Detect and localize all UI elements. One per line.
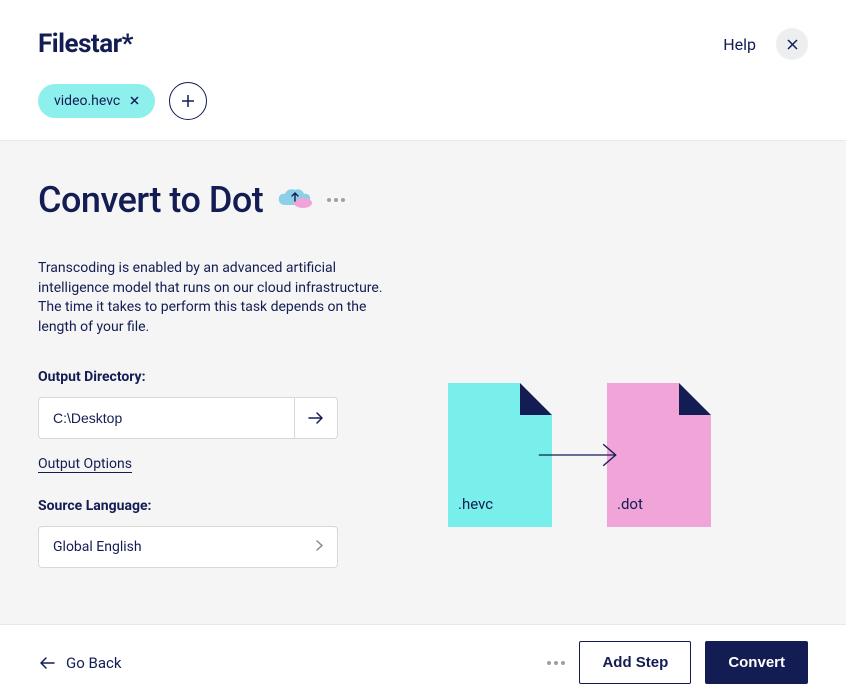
output-directory-input[interactable] bbox=[38, 397, 294, 439]
conversion-diagram: .hevc .dot bbox=[448, 179, 711, 630]
app-logo: Filestar* bbox=[38, 29, 133, 59]
output-directory-label: Output Directory: bbox=[38, 369, 418, 385]
arrow-left-icon bbox=[38, 656, 56, 670]
source-language-select[interactable]: Global English bbox=[38, 526, 338, 568]
plus-icon bbox=[181, 94, 195, 108]
main-content: Convert to Dot Transcoding is enabled by… bbox=[0, 141, 846, 660]
footer-right: Add Step Convert bbox=[547, 641, 808, 684]
footer-more-icon[interactable] bbox=[547, 661, 565, 665]
close-icon bbox=[787, 39, 798, 50]
source-file-ext: .hevc bbox=[458, 495, 493, 513]
target-file-ext: .dot bbox=[617, 495, 643, 513]
output-directory-browse-button[interactable] bbox=[294, 397, 338, 439]
file-fold-icon bbox=[679, 383, 711, 415]
add-step-button[interactable]: Add Step bbox=[579, 641, 691, 684]
arrow-right-icon bbox=[537, 440, 622, 470]
source-language-label: Source Language: bbox=[38, 498, 418, 514]
file-chip-label: video.hevc bbox=[54, 93, 120, 109]
file-chip[interactable]: video.hevc bbox=[38, 84, 155, 118]
page-title-row: Convert to Dot bbox=[38, 179, 418, 221]
add-file-button[interactable] bbox=[169, 82, 207, 120]
file-fold-icon bbox=[520, 383, 552, 415]
cloud-upload-icon bbox=[277, 187, 313, 213]
go-back-button[interactable]: Go Back bbox=[38, 654, 121, 672]
convert-button[interactable]: Convert bbox=[705, 641, 808, 684]
file-chip-row: video.hevc bbox=[38, 82, 808, 120]
source-language-value: Global English bbox=[53, 539, 142, 555]
description-text: Transcoding is enabled by an advanced ar… bbox=[38, 259, 408, 337]
output-options-link[interactable]: Output Options bbox=[38, 456, 132, 472]
header-right: Help bbox=[723, 28, 808, 60]
help-link[interactable]: Help bbox=[723, 35, 756, 54]
footer: Go Back Add Step Convert bbox=[0, 624, 846, 700]
go-back-label: Go Back bbox=[66, 654, 121, 672]
more-options-icon[interactable] bbox=[327, 198, 345, 202]
chevron-right-icon bbox=[316, 540, 323, 555]
arrow-right-icon bbox=[307, 411, 325, 425]
left-column: Convert to Dot Transcoding is enabled by… bbox=[38, 179, 418, 630]
file-chip-remove[interactable] bbox=[130, 94, 139, 109]
close-icon bbox=[130, 96, 139, 105]
page-title: Convert to Dot bbox=[38, 179, 263, 221]
conversion-arrow bbox=[537, 440, 622, 470]
output-directory-group bbox=[38, 397, 338, 439]
header: Filestar* Help video.hevc bbox=[0, 0, 846, 141]
target-file-illustration: .dot bbox=[607, 383, 711, 527]
header-top: Filestar* Help bbox=[38, 28, 808, 60]
close-button[interactable] bbox=[776, 28, 808, 60]
